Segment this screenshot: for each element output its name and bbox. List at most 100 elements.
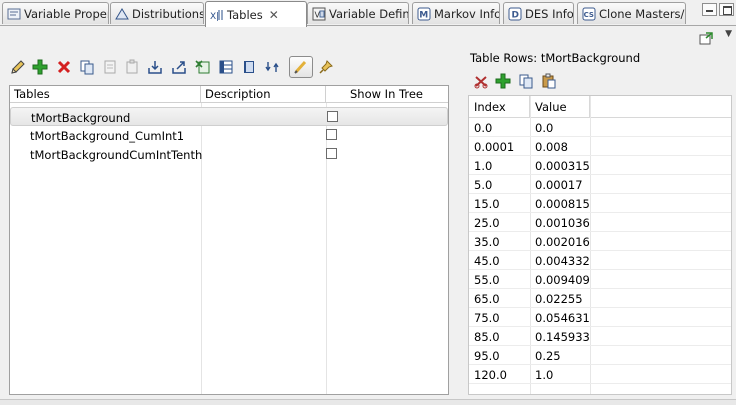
paste-row-icon[interactable] [541, 73, 557, 89]
value-cell[interactable]: 0.02255 [535, 292, 583, 306]
des-icon: D [508, 7, 522, 21]
maximize-button[interactable] [719, 3, 734, 16]
copy-row-icon[interactable] [518, 73, 534, 89]
table-row[interactable]: 15.0 0.000815 [469, 194, 731, 213]
tab-label: Tables [227, 7, 263, 22]
value-cell[interactable]: 0.0 [535, 121, 553, 135]
panel-splitter[interactable] [455, 47, 463, 405]
table-row[interactable]: 95.0 0.25 [469, 346, 731, 365]
index-cell[interactable]: 75.0 [474, 311, 500, 325]
table-row[interactable]: 120.0 1.0 [469, 365, 731, 384]
value-cell[interactable]: 0.054631 [535, 311, 590, 325]
tab-variable-properties[interactable]: Variable Proper [2, 2, 109, 24]
clipboard-icon[interactable] [124, 59, 140, 75]
value-cell[interactable]: 0.009409 [535, 273, 590, 287]
value-cell[interactable]: 0.002016 [535, 235, 590, 249]
table-icon: X| [210, 8, 224, 22]
table-row[interactable]: tMortBackground [10, 107, 448, 126]
add-icon[interactable] [32, 59, 48, 75]
tab-tables[interactable]: X| Tables ✕ [205, 1, 307, 27]
clone-icon: CS [582, 7, 596, 21]
index-cell[interactable]: 35.0 [474, 235, 500, 249]
column-header-tables[interactable]: Tables [10, 86, 201, 103]
tab-clone-masters[interactable]: CS Clone Masters/ [577, 2, 686, 24]
table-rows-grid: Index Value 0.0 0.0 0.0001 0.008 1.0 0.000315… [468, 95, 732, 395]
value-cell[interactable]: 0.004332 [535, 254, 590, 268]
index-cell[interactable]: 65.0 [474, 292, 500, 306]
table-row[interactable]: 0.0 0.0 [469, 118, 731, 137]
copy-icon[interactable] [79, 59, 95, 75]
value-cell[interactable]: 0.145933 [535, 330, 590, 344]
index-cell[interactable]: 95.0 [474, 349, 500, 363]
show-in-tree-checkbox[interactable] [326, 129, 337, 140]
table-row[interactable]: 85.0 0.145933 [469, 327, 731, 346]
delete-icon[interactable] [56, 59, 72, 75]
pin-icon[interactable] [318, 59, 334, 75]
table-row[interactable]: 0.0001 0.008 [469, 137, 731, 156]
export-icon[interactable] [171, 59, 187, 75]
close-icon[interactable]: ✕ [269, 8, 279, 22]
index-cell[interactable]: 25.0 [474, 216, 500, 230]
markov-icon: M [417, 7, 431, 21]
edit-icon[interactable] [10, 59, 26, 75]
tab-variable-definition[interactable]: V Variable Definit [307, 2, 409, 24]
index-cell[interactable]: 45.0 [474, 254, 500, 268]
index-cell[interactable]: 15.0 [474, 197, 500, 211]
value-cell[interactable]: 0.000815 [535, 197, 590, 211]
show-in-tree-checkbox[interactable] [326, 148, 337, 159]
index-cell[interactable]: 0.0 [474, 121, 492, 135]
table-row[interactable]: 1.0 0.000315 [469, 156, 731, 175]
index-cell[interactable]: 0.0001 [474, 140, 514, 154]
tables-list: Tables Description Show In Tree tMortBac… [9, 85, 449, 395]
tab-markov-info[interactable]: M Markov Info [412, 2, 500, 24]
index-cell[interactable]: 85.0 [474, 330, 500, 344]
table-name: tMortBackground [31, 111, 131, 125]
tab-distributions[interactable]: Distributions [110, 2, 204, 24]
value-cell[interactable]: 0.25 [535, 349, 561, 363]
refresh-icon[interactable] [264, 59, 280, 75]
excel-icon[interactable] [195, 59, 211, 75]
paste-icon[interactable] [102, 59, 118, 75]
table-row[interactable]: 25.0 0.001036 [469, 213, 731, 232]
index-cell[interactable]: 55.0 [474, 273, 500, 287]
svg-text:CS: CS [584, 11, 594, 19]
tab-label: Variable Definit [329, 6, 409, 21]
add-row-icon[interactable] [495, 73, 511, 89]
column-header-show-in-tree[interactable]: Show In Tree [326, 86, 448, 103]
value-cell[interactable]: 1.0 [535, 368, 553, 382]
column-header-value[interactable]: Value [530, 96, 590, 118]
minimize-button[interactable] [702, 3, 717, 16]
editor-tab-bar: Variable Proper Distributions X| Tables … [0, 0, 736, 27]
table-view-icon[interactable] [218, 59, 234, 75]
tab-label: DES Info [525, 6, 574, 21]
index-cell[interactable]: 120.0 [474, 368, 507, 382]
table-row[interactable]: 45.0 0.004332 [469, 251, 731, 270]
table-row[interactable]: 65.0 0.02255 [469, 289, 731, 308]
new-window-icon[interactable] [698, 30, 714, 46]
table-row[interactable]: 75.0 0.054631 [469, 308, 731, 327]
show-in-tree-checkbox[interactable] [327, 111, 338, 122]
table-row[interactable]: 35.0 0.002016 [469, 232, 731, 251]
value-cell[interactable]: 0.008 [535, 140, 568, 154]
table-row[interactable]: tMortBackground_CumInt1 [10, 126, 448, 145]
delete-row-icon[interactable] [473, 73, 489, 89]
highlight-toggle-button[interactable] [289, 56, 313, 78]
index-cell[interactable]: 1.0 [474, 159, 492, 173]
table-row[interactable]: tMortBackgroundCumIntTenth [10, 145, 448, 164]
tab-label: Variable Proper [24, 6, 109, 21]
svg-text:D: D [512, 10, 519, 20]
column-header-description[interactable]: Description [201, 86, 326, 103]
value-cell[interactable]: 0.001036 [535, 216, 590, 230]
highlight-icon [293, 59, 309, 75]
column-header-index[interactable]: Index [469, 96, 530, 118]
table-row[interactable]: 5.0 0.00017 [469, 175, 731, 194]
table-name: tMortBackgroundCumIntTenth [30, 148, 203, 162]
chevron-down-icon[interactable]: ▼ [725, 29, 732, 39]
tab-des-info[interactable]: D DES Info [503, 2, 574, 24]
book-icon[interactable] [241, 59, 257, 75]
value-cell[interactable]: 0.000315 [535, 159, 590, 173]
index-cell[interactable]: 5.0 [474, 178, 492, 192]
table-row[interactable]: 55.0 0.009409 [469, 270, 731, 289]
value-cell[interactable]: 0.00017 [535, 178, 583, 192]
import-icon[interactable] [147, 59, 163, 75]
